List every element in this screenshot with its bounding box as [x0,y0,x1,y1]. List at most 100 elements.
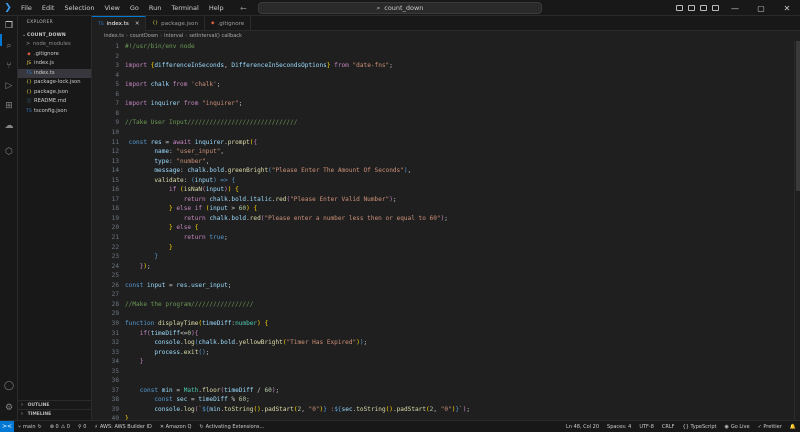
editor-scrollbar[interactable] [794,41,800,420]
breadcrumb-item[interactable]: countDown [130,33,158,39]
menu-view[interactable]: View [99,0,124,16]
encoding[interactable]: UTF-8 [635,424,658,430]
breadcrumb-item[interactable]: index.ts [104,33,124,39]
tab-index-ts[interactable]: TS index.ts ✕ [92,16,147,31]
code-line[interactable]: 14 message: chalk.bold.greenBright("Plea… [92,166,794,176]
branch-indicator[interactable]: ⑂ main ↻ [14,424,46,430]
file-item[interactable]: JS index.js [18,59,91,69]
code-line[interactable]: 3 import {differenceInSeconds, Difference… [92,61,794,71]
code-line[interactable]: 15 validate: (input) => { [92,176,794,186]
code-line[interactable]: 5 import chalk from 'chalk'; [92,80,794,90]
extensions-icon[interactable]: ⊞ [3,100,15,112]
code-line[interactable]: 22 } [92,243,794,253]
close-tab-icon[interactable]: ✕ [135,21,140,27]
code-line[interactable]: 30 function displayTime(timeDiff:number) … [92,319,794,329]
project-folder-header[interactable]: ⌄COUNT_DOWN [18,30,91,40]
back-arrow-icon[interactable]: ← [240,4,247,13]
folder-item[interactable]: > node_modules [18,40,91,50]
menu-run[interactable]: Run [144,0,166,16]
settings-gear-icon[interactable]: ⚙ [3,402,15,414]
code-line[interactable]: 1 #!/usr/bin/env node [92,42,794,52]
source-control-icon[interactable]: ⑂ [3,60,15,72]
tab-gitignore[interactable]: ◆ .gitignore [205,16,252,31]
code-line[interactable]: 13 type: "number", [92,157,794,167]
breadcrumb-item[interactable]: setInterval() callback [189,33,242,39]
outline-section[interactable]: › OUTLINE [18,400,92,409]
code-line[interactable]: 2 [92,52,794,62]
file-item[interactable]: {} package-lock.json [18,78,91,88]
command-center-search[interactable]: ⌕ count_down [258,2,542,14]
code-line[interactable]: 4 [92,71,794,81]
code-line[interactable]: 12 name: "user_input", [92,147,794,157]
language-mode[interactable]: {} TypeScript [679,424,721,430]
breadcrumb-item[interactable]: interval [164,33,183,39]
amazon-q-indicator[interactable]: ✕ Amazon Q [156,424,196,430]
code-line[interactable]: 8 [92,109,794,119]
code-line[interactable]: 18 } else if (input > 60) { [92,204,794,214]
code-line[interactable]: 10 [92,128,794,138]
toggle-primary-sidebar-icon[interactable] [676,5,683,11]
aws-icon[interactable]: ☁ [3,120,15,132]
code-line[interactable]: 16 if (isNaN(input)) { [92,185,794,195]
line-ending[interactable]: CRLF [658,424,679,430]
code-line[interactable]: 9 //Take User Input//////////////////////… [92,118,794,128]
file-item[interactable]: TS index.ts [18,68,91,78]
code-line[interactable]: 34 } [92,357,794,367]
code-editor[interactable]: 1 #!/usr/bin/env node 2 3 import {difference… [92,41,794,420]
prettier-indicator[interactable]: ✓ Prettier [754,424,786,430]
tab-package-json[interactable]: {} package.json [146,16,205,31]
code-line[interactable]: 7 import inquirer from "inquirer"; [92,99,794,109]
search-icon[interactable]: ⌕ [3,40,15,52]
amazon-q-icon[interactable]: ⬡ [3,146,15,158]
code-line[interactable]: 36 [92,376,794,386]
ports-indicator[interactable]: ⚲ 0 [74,424,90,430]
notifications-bell-icon[interactable]: 🔔 [786,424,800,430]
menu-terminal[interactable]: Terminal [166,0,203,16]
explorer-icon[interactable]: ❐ [3,20,15,32]
code-line[interactable]: 11 const res = await inquirer.prompt({ [92,138,794,148]
run-debug-icon[interactable]: ▷ [3,80,15,92]
file-item[interactable]: TS tsconfig.json [18,107,91,117]
menu-edit[interactable]: Edit [37,0,60,16]
timeline-section[interactable]: › TIMELINE [18,409,92,418]
indentation[interactable]: Spaces: 4 [603,424,635,430]
file-item[interactable]: ◆ .gitignore [18,50,91,60]
code-line[interactable]: 23 } [92,252,794,262]
code-line[interactable]: 20 } else { [92,223,794,233]
go-live-button[interactable]: ◉ Go Live [720,424,753,430]
code-line[interactable]: 17 return chalk.bold.italic.red("Please … [92,195,794,205]
menu-file[interactable]: File [16,0,37,16]
code-line[interactable]: 38 const sec = timeDiff % 60; [92,395,794,405]
menu-go[interactable]: Go [125,0,144,16]
code-line[interactable]: 26 const input = res.user_input; [92,281,794,291]
toggle-panel-icon[interactable] [688,5,695,11]
menu-help[interactable]: Help [204,0,229,16]
code-line[interactable]: 32 console.log(chalk.bold.yellowBright("… [92,338,794,348]
aws-indicator[interactable]: ⚡ AWS: AWS Builder ID [90,424,156,430]
file-item[interactable]: ⓘ README.md [18,97,91,107]
customize-layout-icon[interactable] [712,5,719,11]
problems-indicator[interactable]: ⊗ 0 ⚠ 0 [46,424,74,430]
close-button[interactable]: ✕ [774,4,800,13]
cursor-position[interactable]: Ln 48, Col 20 [562,424,603,430]
code-line[interactable]: 24 }); [92,262,794,272]
code-line[interactable]: 29 [92,309,794,319]
code-line[interactable]: 25 [92,271,794,281]
account-icon[interactable]: ◯ [3,380,15,392]
code-line[interactable]: 21 return true; [92,233,794,243]
maximize-button[interactable]: ▢ [748,4,774,13]
code-line[interactable]: 37 const min = Math.floor(timeDiff / 60)… [92,386,794,396]
code-line[interactable]: 33 process.exit(); [92,348,794,358]
code-line[interactable]: 6 [92,90,794,100]
toggle-secondary-sidebar-icon[interactable] [700,5,707,11]
code-line[interactable]: 39 console.log(`${min.toString().padStar… [92,405,794,415]
code-line[interactable]: 31 if(timeDiff<=0){ [92,329,794,339]
code-line[interactable]: 35 [92,367,794,377]
menu-selection[interactable]: Selection [59,0,99,16]
file-item[interactable]: {} package.json [18,88,91,98]
code-line[interactable]: 19 return chalk.bold.red("Please enter a… [92,214,794,224]
scrollbar-thumb[interactable] [796,41,800,191]
remote-indicator-icon[interactable]: >< [0,420,14,432]
code-line[interactable]: 28 //Make the program///////////////// [92,300,794,310]
minimize-button[interactable]: — [722,4,748,13]
